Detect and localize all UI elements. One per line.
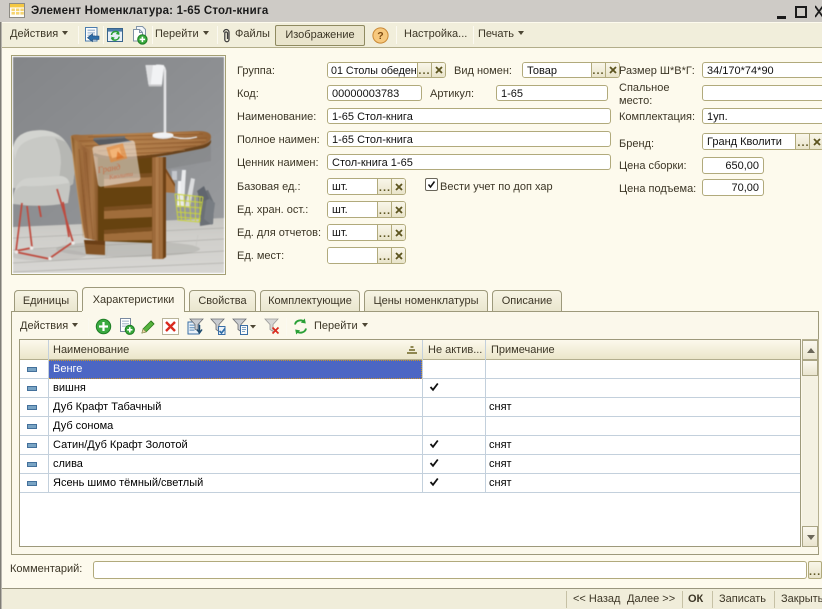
svg-text:?: ?: [377, 30, 383, 42]
